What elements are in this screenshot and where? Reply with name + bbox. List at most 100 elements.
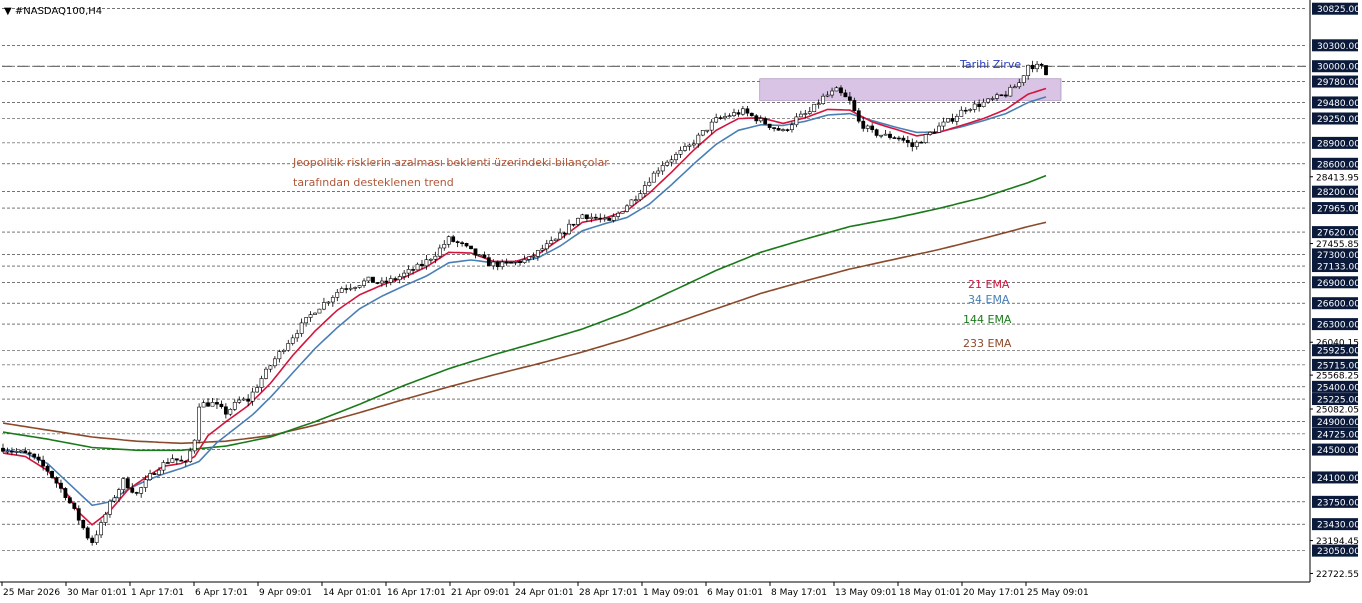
- candle-body: [437, 247, 442, 257]
- time-tick-label: 30 Mar 01:01: [67, 588, 127, 598]
- price-tick-label: 24100.00: [1317, 474, 1360, 484]
- candle-body: [977, 103, 982, 108]
- time-tick-label: 21 Apr 09:01: [451, 588, 510, 598]
- candle-body: [393, 278, 398, 281]
- candle-body: [616, 212, 621, 217]
- candle-body: [901, 137, 906, 141]
- candle-body: [892, 137, 897, 139]
- candle-body: [736, 112, 741, 115]
- time-tick-label: 8 May 17:01: [771, 588, 827, 598]
- candle-body: [518, 261, 522, 264]
- candle-body: [870, 125, 875, 130]
- candle-body: [313, 312, 317, 315]
- time-tick-label: 18 May 01:01: [899, 588, 961, 598]
- candle-body: [411, 269, 415, 271]
- candle-body: [353, 287, 358, 289]
- candle-body: [553, 238, 558, 241]
- candle-body: [500, 261, 505, 268]
- candle-body: [937, 125, 941, 133]
- candle-body: [94, 534, 99, 543]
- price-tick-label: 23750.00: [1317, 498, 1360, 508]
- candle-body: [732, 112, 736, 117]
- candle-body: [874, 129, 879, 136]
- trend-annotation-line2: tarafından desteklenen trend: [293, 176, 454, 189]
- candle-body: [839, 87, 843, 94]
- candle-body: [834, 87, 839, 92]
- candle-body: [1035, 63, 1039, 70]
- candle-body: [420, 263, 424, 267]
- candle-body: [379, 280, 384, 284]
- candle-body: [567, 223, 571, 235]
- candle-body: [1017, 82, 1022, 88]
- candle-body: [674, 154, 678, 161]
- candle-body: [986, 98, 990, 103]
- candle-body: [745, 108, 750, 114]
- candle-body: [286, 343, 291, 351]
- price-tick-label: 25568.25: [1316, 372, 1359, 382]
- candle-body: [215, 402, 219, 405]
- candle-body: [625, 205, 629, 212]
- candle-body: [491, 261, 496, 267]
- candle-body: [174, 458, 179, 461]
- price-tick-label: 23430.00: [1317, 521, 1360, 531]
- candle-body: [415, 263, 420, 271]
- price-tick-label: 27300.00: [1317, 251, 1360, 261]
- candle-body: [905, 140, 910, 143]
- price-tick-label: 29250.00: [1317, 115, 1360, 125]
- candle-body: [14, 451, 19, 453]
- candle-body: [669, 159, 674, 163]
- price-tick-label: 26300.00: [1317, 321, 1360, 331]
- price-tick-label: 25400.00: [1317, 383, 1360, 393]
- candle-body: [928, 132, 933, 135]
- candle-body: [1, 447, 5, 452]
- candle-body: [683, 146, 687, 151]
- candle-body: [130, 487, 135, 493]
- candle-body: [999, 94, 1004, 97]
- candle-body: [803, 113, 808, 115]
- candle-body: [821, 95, 826, 104]
- candle-body: [277, 351, 282, 360]
- candle-body: [843, 92, 848, 98]
- time-tick-label: 28 Apr 17:01: [579, 588, 638, 598]
- price-tick-label: 26900.00: [1317, 279, 1360, 289]
- candle-body: [540, 248, 545, 251]
- candle-body: [5, 450, 10, 453]
- candle-body: [223, 406, 228, 415]
- candle-body: [678, 150, 683, 155]
- candle-body: [963, 109, 968, 112]
- candle-body: [1003, 94, 1008, 97]
- candle-body: [152, 473, 157, 475]
- candle-body: [250, 391, 255, 402]
- chart-canvas: 30825.00 30300.00 30000.00 29780.00 29480.00…: [0, 0, 1362, 603]
- time-tick-label: 25 Mar 2026: [3, 588, 60, 598]
- candle-body: [602, 217, 607, 220]
- candle-body: [656, 170, 661, 174]
- candle-body: [607, 217, 612, 221]
- candle-body: [237, 399, 242, 403]
- candle-body: [897, 137, 901, 140]
- candle-body: [460, 242, 464, 244]
- candle-body: [647, 181, 652, 186]
- time-tick-label: 20 May 17:01: [963, 588, 1025, 598]
- candle-body: [143, 479, 148, 488]
- candle-body: [847, 96, 852, 101]
- price-tick-label: 24725.00: [1317, 430, 1360, 440]
- candle-body: [495, 261, 500, 268]
- candle-body: [446, 236, 451, 245]
- price-tick-label: 28600.00: [1317, 160, 1360, 170]
- legend-ema144: 144 EMA: [963, 313, 1012, 326]
- candle-body: [1026, 64, 1031, 76]
- candle-body: [794, 116, 799, 126]
- candle-body: [388, 278, 393, 283]
- candle-body: [781, 129, 785, 131]
- price-tick-label: 30825.00: [1317, 5, 1360, 15]
- candle-body: [807, 111, 812, 114]
- candle-body: [108, 500, 112, 515]
- candle-body: [45, 465, 50, 472]
- candle-body: [139, 487, 144, 494]
- candle-body: [758, 118, 763, 122]
- candle-body: [593, 216, 598, 219]
- price-tick-label: 23050.00: [1317, 547, 1360, 557]
- candle-body: [10, 450, 14, 453]
- candle-body: [950, 118, 955, 122]
